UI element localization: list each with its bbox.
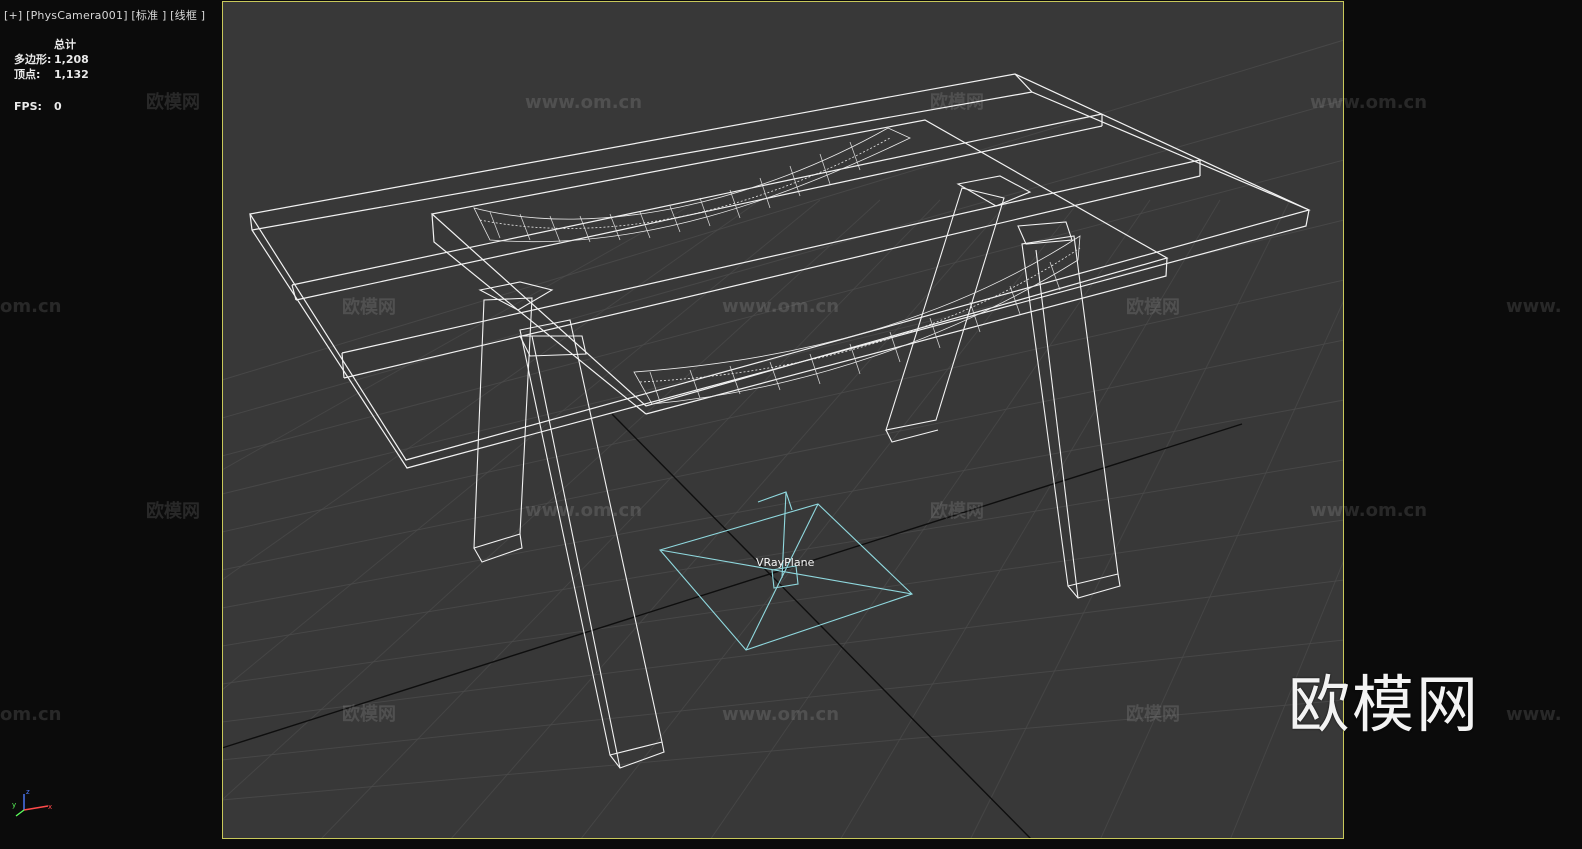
watermark-url: om.cn: [0, 296, 62, 317]
stats-header: 总计: [14, 37, 89, 52]
watermark-url: www.: [1506, 704, 1562, 725]
vertex-count-label: 顶点:: [14, 68, 41, 81]
polygon-count-label: 多边形:: [14, 53, 52, 66]
viewport-root: [+] [PhysCamera001] [标准 ] [线框 ] 总计 多边形: …: [0, 0, 1582, 849]
stats-total-label: 总计: [54, 38, 76, 51]
watermark-text: 欧模网: [146, 92, 200, 113]
viewport-label[interactable]: [+] [PhysCamera001] [标准 ] [线框 ]: [4, 7, 205, 23]
watermark-text: 欧模网: [146, 501, 200, 522]
fps-row: FPS: 0: [14, 99, 89, 114]
watermark-url: om.cn: [0, 704, 62, 725]
polygon-count-row: 多边形: 1,208: [14, 52, 89, 67]
fps-value: 0: [54, 100, 62, 113]
vertex-count-row: 顶点: 1,132: [14, 67, 89, 82]
watermark-url: www.: [1506, 296, 1562, 317]
statistics-panel: 总计 多边形: 1,208 顶点: 1,132 FPS: 0: [14, 37, 89, 114]
active-viewport-frame[interactable]: [222, 1, 1344, 839]
axis-gizmo: z y x: [12, 788, 52, 817]
vertex-count-value: 1,132: [54, 68, 89, 81]
om-logo: 欧模网: [1288, 668, 1481, 741]
fps-label: FPS:: [14, 100, 42, 113]
polygon-count-value: 1,208: [54, 53, 89, 66]
axis-z-label: z: [26, 788, 30, 796]
vray-plane-label: VRayPlane: [756, 556, 815, 569]
axis-y-label: y: [12, 801, 16, 809]
axis-x-label: x: [48, 803, 52, 811]
